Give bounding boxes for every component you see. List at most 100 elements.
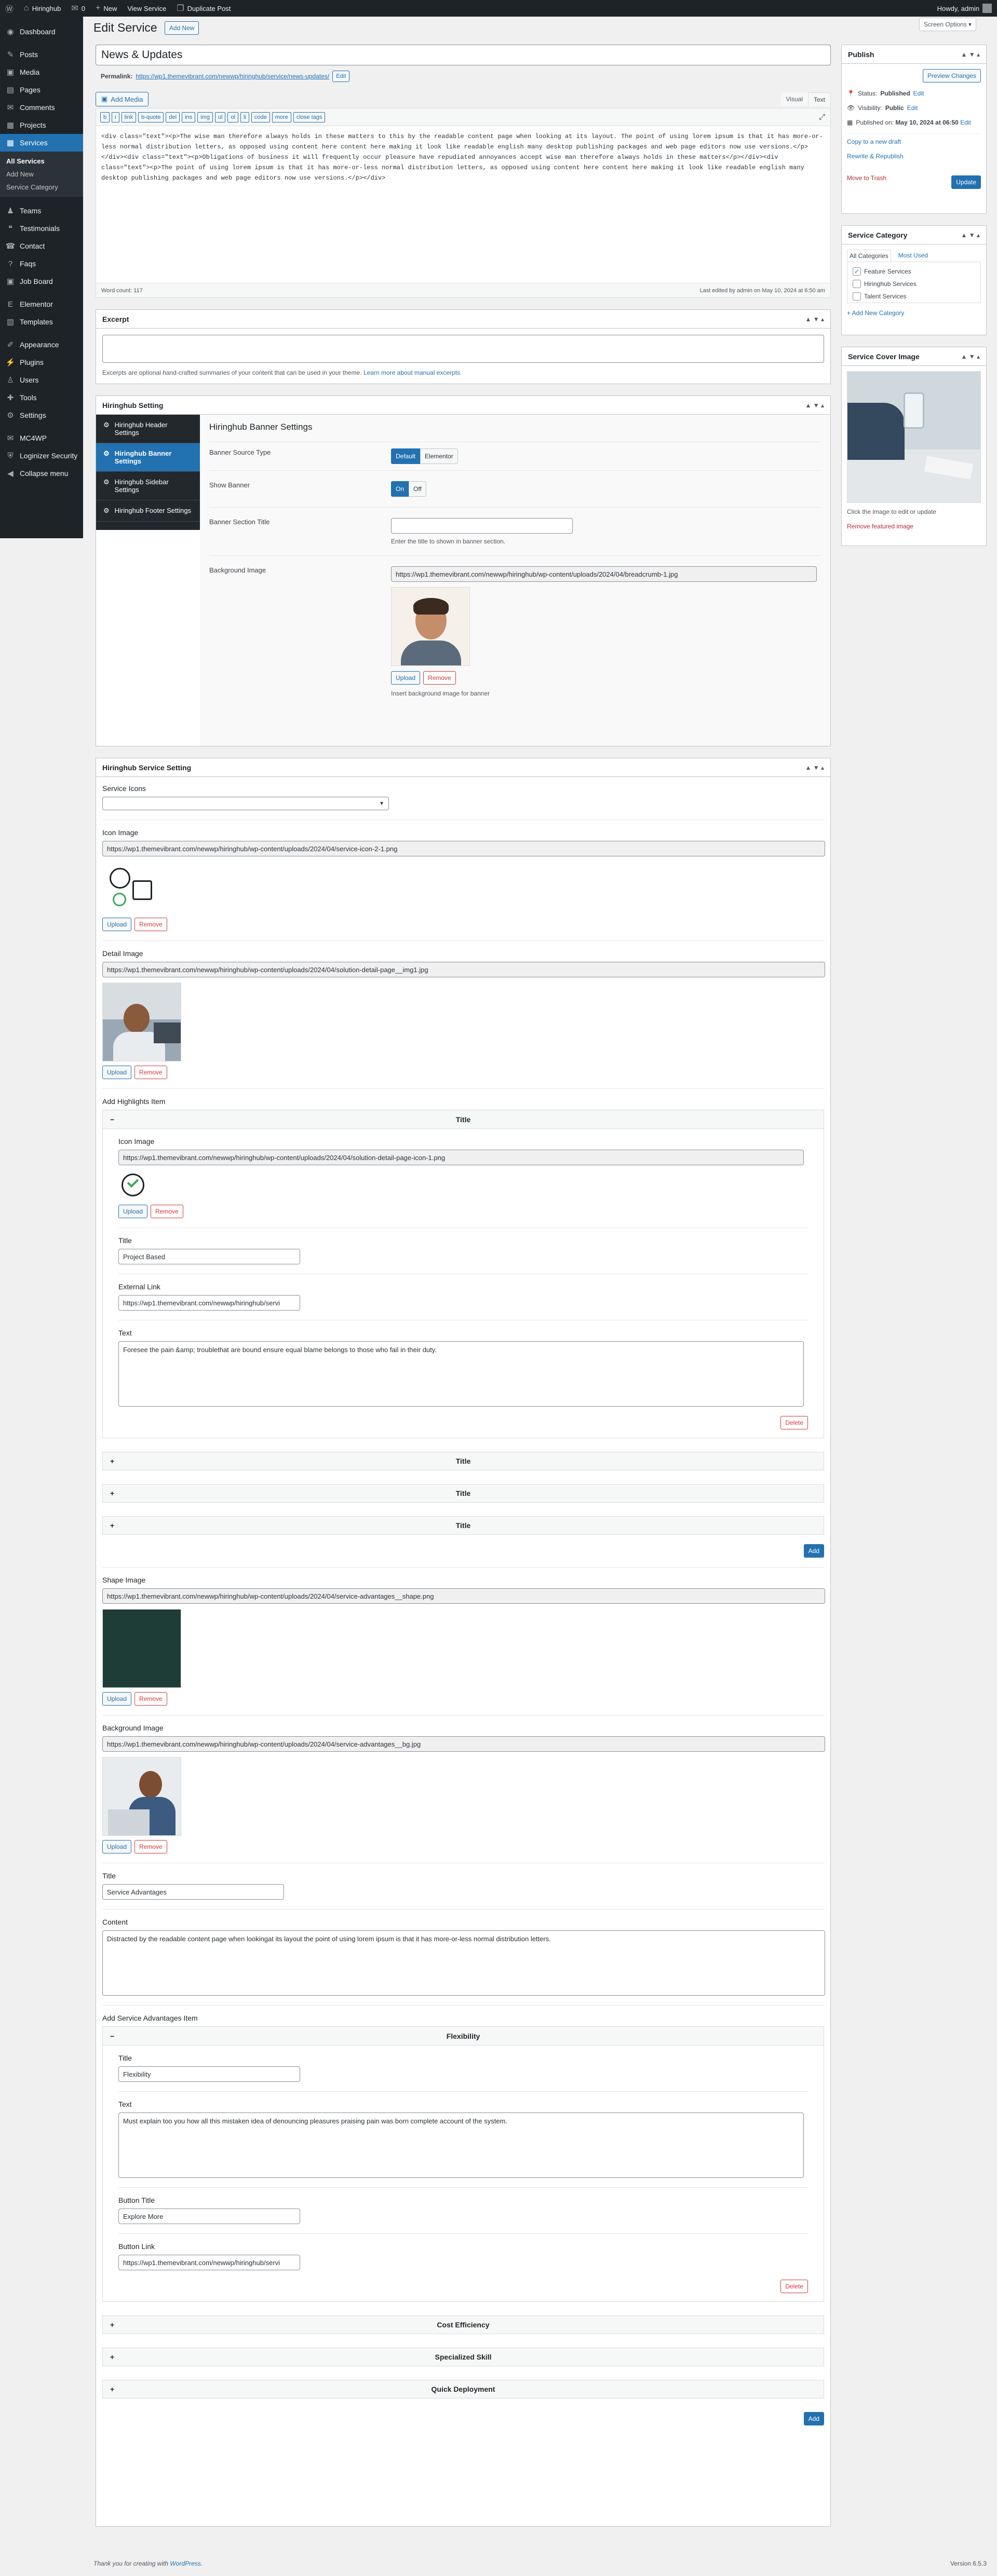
hl-link-input[interactable]: https://wp1.themevibrant.com/newwp/hirin…	[118, 1295, 300, 1311]
quicktag-button[interactable]: close tags	[293, 112, 326, 122]
banner-bg-upload-button[interactable]: Upload	[391, 671, 421, 685]
add-advantage-button[interactable]: Add	[803, 2412, 824, 2425]
remove-featured-image-link[interactable]: Remove featured image	[847, 523, 913, 530]
status-edit-link[interactable]: Edit	[913, 90, 924, 97]
quicktag-button[interactable]: code	[251, 112, 270, 122]
menu-item-faqs[interactable]: ? Faqs	[0, 255, 83, 272]
editor-textarea[interactable]: <div class="text"><p>The wise man theref…	[96, 126, 830, 280]
detail-image-remove-button[interactable]: Remove	[134, 1066, 167, 1079]
highlight-item-header[interactable]: − Title	[103, 1110, 824, 1129]
menu-item-job-board[interactable]: ▣ Job Board	[0, 272, 83, 290]
add-highlight-button[interactable]: Add	[803, 1544, 824, 1558]
highlight-item-collapsed[interactable]: + Title	[102, 1484, 824, 1503]
box-controls[interactable]: ▲ ▼ ▴	[961, 231, 980, 239]
menu-item-tools[interactable]: ✚ Tools	[0, 389, 83, 406]
menu-item-plugins[interactable]: ⚡ Plugins	[0, 353, 83, 371]
comments-link[interactable]: ✉ 0	[66, 0, 90, 17]
bg-upload-button[interactable]: Upload	[102, 1840, 132, 1853]
menu-item-collapse-menu[interactable]: ◀ Collapse menu	[0, 465, 83, 482]
detail-image-upload-button[interactable]: Upload	[102, 1066, 132, 1079]
icon-image-remove-button[interactable]: Remove	[134, 918, 167, 931]
permalink-edit-button[interactable]: Edit	[332, 71, 350, 82]
show-banner-on[interactable]: On	[391, 481, 409, 497]
date-edit-link[interactable]: Edit	[960, 119, 971, 126]
menu-item-templates[interactable]: ▥ Templates	[0, 313, 83, 331]
quicktag-button[interactable]: b	[100, 112, 110, 122]
shape-upload-button[interactable]: Upload	[102, 1692, 132, 1706]
menu-item-mc4wp[interactable]: ✉ MC4WP	[0, 429, 83, 447]
tab-most-used[interactable]: Most Used	[896, 250, 930, 262]
duplicate-post-link[interactable]: ❐ Duplicate Post	[171, 0, 236, 17]
account-menu[interactable]: Howdy, admin	[932, 0, 997, 17]
menu-item-dashboard[interactable]: ◉ Dashboard	[0, 23, 83, 40]
category-checkbox[interactable]	[853, 280, 861, 288]
quicktag-button[interactable]: b-quote	[138, 112, 164, 122]
visibility-edit-link[interactable]: Edit	[907, 104, 918, 112]
post-title-input[interactable]: News & Updates	[96, 45, 831, 65]
hl-title-input[interactable]: Project Based	[118, 1249, 300, 1264]
wordpress-link[interactable]: WordPress	[170, 2560, 200, 2567]
shape-remove-button[interactable]: Remove	[134, 1692, 167, 1706]
hl-icon-upload-button[interactable]: Upload	[118, 1205, 148, 1218]
submenu-all-services[interactable]: All Services	[0, 155, 83, 168]
source-elementor-button[interactable]: Elementor	[420, 448, 458, 464]
permalink-link[interactable]: https://wp1.themevibrant.com/newwp/hirin…	[136, 73, 329, 80]
cover-image[interactable]	[847, 371, 981, 503]
hl-icon-url-input[interactable]: https://wp1.themevibrant.com/newwp/hirin…	[118, 1150, 804, 1165]
quicktag-button[interactable]: ol	[227, 112, 239, 122]
advantage-item-collapsed[interactable]: + Quick Deployment	[102, 2380, 824, 2398]
advantage-item-collapsed[interactable]: + Specialized Skill	[102, 2348, 824, 2366]
adv-delete-button[interactable]: Delete	[780, 2280, 808, 2293]
box-controls[interactable]: ▲ ▼ ▴	[961, 353, 980, 360]
hl-icon-remove-button[interactable]: Remove	[151, 1205, 183, 1218]
wordpress-logo-button[interactable]: Ⓦ	[0, 0, 19, 17]
quicktag-button[interactable]: link	[121, 112, 137, 122]
highlight-item-collapsed[interactable]: + Title	[102, 1452, 824, 1470]
screen-options-button[interactable]: Screen Options ▾	[919, 18, 977, 31]
add-media-button[interactable]: ▣ Add Media	[96, 92, 149, 106]
adv-button-link-input[interactable]: https://wp1.themevibrant.com/newwp/hirin…	[118, 2255, 300, 2270]
highlight-item-collapsed[interactable]: + Title	[102, 1516, 824, 1535]
submenu-add-new[interactable]: Add New	[0, 168, 83, 181]
menu-item-contact[interactable]: ☎ Contact	[0, 237, 83, 255]
menu-item-comments[interactable]: ✉ Comments	[0, 99, 83, 116]
content-textarea[interactable]: Distracted by the readable content page …	[102, 1930, 825, 1996]
bg-remove-button[interactable]: Remove	[134, 1840, 167, 1853]
box-controls[interactable]: ▲ ▼ ▴	[805, 316, 824, 323]
category-checkbox[interactable]: ✓	[853, 267, 861, 276]
quicktag-button[interactable]: del	[166, 112, 180, 122]
excerpt-learn-link[interactable]: Learn more about manual excerpts	[363, 369, 460, 376]
quicktag-button[interactable]: img	[197, 112, 213, 122]
service-icons-select[interactable]: ▼	[102, 797, 389, 810]
add-category-link[interactable]: + Add New Category	[847, 309, 904, 317]
tab-sidebar-settings[interactable]: ⚙ Hiringhub Sidebar Settings	[96, 472, 200, 500]
box-controls[interactable]: ▲ ▼ ▴	[961, 51, 980, 58]
box-controls[interactable]: ▲ ▼ ▴	[805, 402, 824, 409]
tab-visual[interactable]: Visual	[780, 92, 808, 106]
quicktag-button[interactable]: ul	[214, 112, 226, 122]
banner-bg-url-input[interactable]: https://wp1.themevibrant.com/newwp/hirin…	[391, 566, 817, 582]
banner-section-title-input[interactable]	[391, 518, 573, 534]
quicktag-button[interactable]: more	[272, 112, 291, 122]
site-name-link[interactable]: ⌂ Hiringhub	[19, 0, 66, 17]
adv-title-input[interactable]: Flexibility	[118, 2066, 300, 2082]
icon-image-upload-button[interactable]: Upload	[102, 918, 132, 931]
quicktag-button[interactable]: ins	[182, 112, 196, 122]
preview-changes-button[interactable]: Preview Changes	[922, 69, 981, 83]
copy-draft-link[interactable]: Copy to a new draft	[847, 138, 901, 145]
menu-item-testimonials[interactable]: ❝ Testimonials	[0, 220, 83, 237]
menu-item-projects[interactable]: ▦ Projects	[0, 116, 83, 134]
quicktag-button[interactable]: li	[240, 112, 249, 122]
menu-item-services[interactable]: ▦ Services	[0, 134, 83, 152]
icon-image-url-input[interactable]: https://wp1.themevibrant.com/newwp/hirin…	[102, 841, 825, 856]
menu-item-loginizer-security[interactable]: ⛨ Loginizer Security	[0, 447, 83, 465]
advantage-item-header[interactable]: − Flexibility	[103, 2027, 824, 2046]
category-checkbox[interactable]	[853, 292, 861, 301]
menu-item-pages[interactable]: ▤ Pages	[0, 81, 83, 99]
tab-header-settings[interactable]: ⚙ Hiringhub Header Settings	[96, 415, 200, 443]
view-service-link[interactable]: View Service	[122, 0, 171, 17]
banner-bg-remove-button[interactable]: Remove	[423, 671, 456, 685]
menu-item-posts[interactable]: ✎ Posts	[0, 46, 83, 63]
menu-item-elementor[interactable]: E Elementor	[0, 295, 83, 313]
menu-item-appearance[interactable]: ✐ Appearance	[0, 336, 83, 353]
